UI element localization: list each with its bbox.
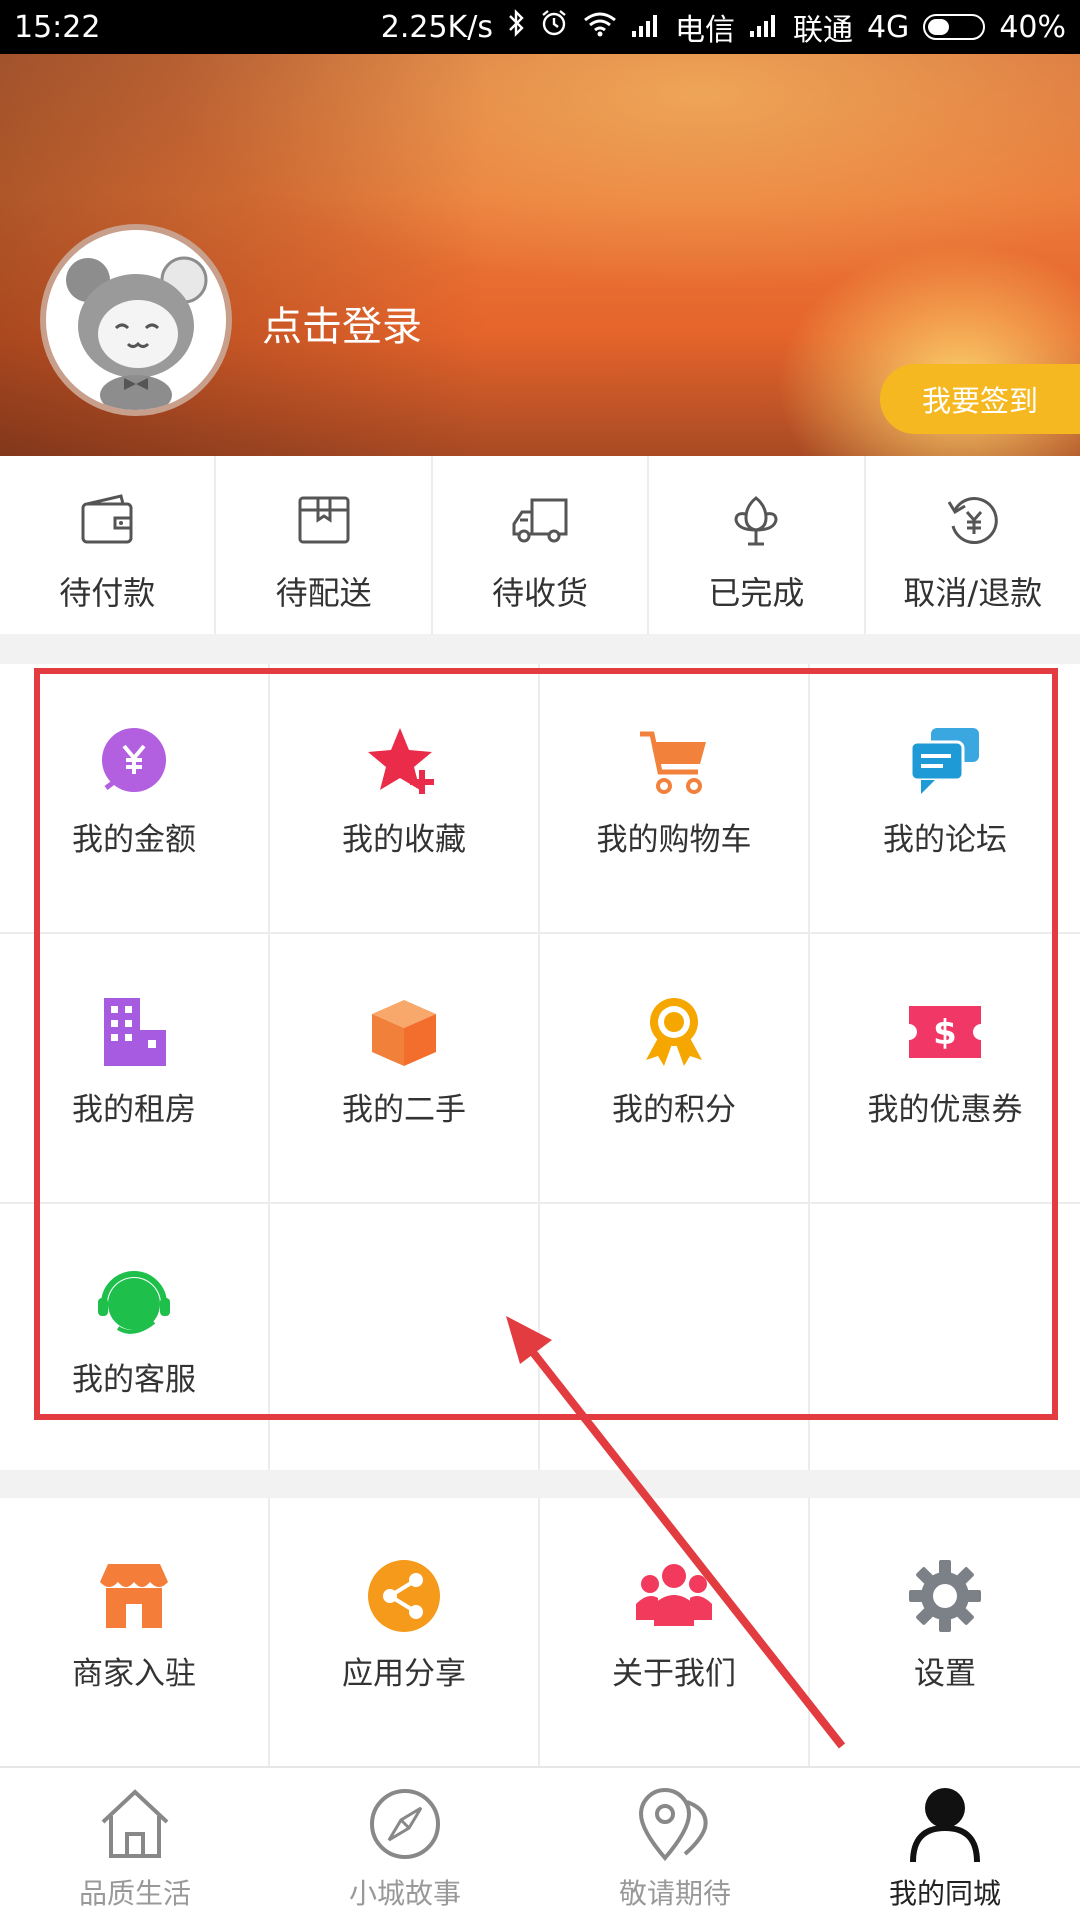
medal-icon	[646, 998, 702, 1066]
home-icon	[101, 1789, 169, 1858]
menu-label: 我的租房	[72, 1092, 196, 1128]
menu-label: 我的收藏	[342, 822, 466, 858]
order-label: 待付款	[59, 574, 156, 612]
order-pending-delivery[interactable]: 待配送	[216, 456, 433, 634]
menu-label: 我的二手	[342, 1092, 466, 1128]
refund-icon	[947, 497, 998, 544]
menu-my-balance[interactable]: 我的金额	[0, 664, 270, 934]
bottom-tab-bar: 品质生活 小城故事 敬请期待 我的同城	[0, 1766, 1080, 1920]
order-label: 待收货	[492, 574, 589, 612]
carrier-1: 电信	[674, 13, 735, 48]
network-type: 4G	[866, 9, 910, 45]
tab-label: 品质生活	[78, 1877, 191, 1910]
carrier-2: 联通	[792, 13, 853, 48]
menu-app-share[interactable]: 应用分享	[270, 1498, 540, 1766]
yen-coin-icon	[102, 728, 166, 792]
menu-about-us[interactable]: 关于我们	[540, 1498, 810, 1766]
order-label: 取消/退款	[903, 574, 1043, 612]
tab-my-city[interactable]: 我的同城	[810, 1768, 1080, 1920]
tab-label: 小城故事	[348, 1877, 461, 1910]
building-icon	[104, 998, 166, 1066]
login-link[interactable]: 点击登录	[262, 294, 422, 352]
menu-my-rental[interactable]: 我的租房	[0, 934, 270, 1204]
order-label: 待配送	[275, 574, 372, 612]
profile-header: 点击登录 我要签到	[0, 54, 1080, 456]
tab-coming-soon[interactable]: 敬请期待	[540, 1768, 810, 1920]
wallet-icon	[81, 494, 133, 544]
menu-my-favorites[interactable]: 我的收藏	[270, 664, 540, 934]
app-screen: 15:22 2.25K/s 电信 联通 4G 40% 点击登录 我要签到 待付款…	[0, 0, 1080, 1920]
my-menu-grid: 我的金额 我的收藏 我的购物车 我的论坛 我的租房 我的二手 我的积分 $ 我的…	[0, 664, 1080, 1470]
menu-label: 设置	[914, 1656, 976, 1692]
menu-label: 我的积分	[612, 1092, 736, 1128]
checkin-button[interactable]: 我要签到	[880, 364, 1080, 434]
people-icon	[636, 1564, 712, 1626]
box-icon	[372, 1000, 436, 1066]
menu-label: 商家入驻	[72, 1656, 196, 1692]
order-pending-payment[interactable]: 待付款	[0, 456, 217, 634]
menu-merchant-join[interactable]: 商家入驻	[0, 1498, 270, 1766]
truck-icon	[512, 498, 568, 543]
compass-icon	[370, 1789, 440, 1859]
status-bar: 15:22 2.25K/s 电信 联通 4G 40%	[0, 0, 1080, 54]
more-menu-grid: 商家入驻 应用分享 关于我们 设置	[0, 1498, 1080, 1766]
bear-avatar-icon	[46, 230, 226, 410]
battery-percent: 40%	[999, 9, 1066, 45]
shopping-cart-icon	[640, 731, 706, 794]
chat-bubbles-icon	[909, 728, 979, 794]
menu-my-secondhand[interactable]: 我的二手	[270, 934, 540, 1204]
menu-empty-cell	[270, 1204, 540, 1470]
menu-label: 我的客服	[72, 1362, 196, 1398]
tab-town-stories[interactable]: 小城故事	[270, 1768, 540, 1920]
menu-my-points[interactable]: 我的积分	[540, 934, 810, 1204]
share-icon	[368, 1560, 440, 1632]
headset-icon	[98, 1271, 170, 1334]
status-time: 15:22	[14, 9, 101, 45]
svg-text:$: $	[933, 1013, 957, 1053]
menu-my-coupons[interactable]: $ 我的优惠券	[810, 934, 1080, 1204]
menu-label: 我的金额	[72, 822, 196, 858]
order-status-row: 待付款 待配送 待收货 已完成 取消/退款	[0, 456, 1080, 634]
order-label: 已完成	[708, 574, 805, 612]
battery-fill	[928, 19, 950, 35]
menu-my-forum[interactable]: 我的论坛	[810, 664, 1080, 934]
wifi-icon	[583, 10, 617, 45]
flower-icon	[734, 496, 778, 546]
order-completed[interactable]: 已完成	[649, 456, 866, 634]
order-refund[interactable]: 取消/退款	[866, 456, 1080, 634]
menu-my-service[interactable]: 我的客服	[0, 1204, 270, 1470]
battery-icon	[923, 14, 986, 40]
signal-icon-2	[749, 10, 779, 45]
tab-label: 敬请期待	[618, 1877, 731, 1910]
menu-my-cart[interactable]: 我的购物车	[540, 664, 810, 934]
map-pin-icon	[638, 1788, 708, 1862]
menu-empty-cell	[810, 1204, 1080, 1470]
menu-label: 我的优惠券	[867, 1092, 1023, 1128]
status-right: 2.25K/s 电信 联通 4G 40%	[381, 5, 1066, 49]
coupon-icon: $	[909, 1006, 981, 1058]
shop-icon	[100, 1564, 168, 1628]
network-speed: 2.25K/s	[380, 9, 493, 45]
gear-icon	[909, 1560, 981, 1632]
menu-settings[interactable]: 设置	[810, 1498, 1080, 1766]
user-icon	[910, 1788, 980, 1863]
signal-icon-1	[631, 10, 661, 45]
menu-label: 我的论坛	[883, 822, 1007, 858]
menu-label: 关于我们	[612, 1656, 736, 1692]
bluetooth-icon	[507, 8, 525, 46]
star-plus-icon	[368, 728, 434, 794]
order-pending-receipt[interactable]: 待收货	[433, 456, 650, 634]
tab-quality-life[interactable]: 品质生活	[0, 1768, 270, 1920]
package-icon	[298, 496, 350, 544]
tab-label: 我的同城	[888, 1877, 1001, 1910]
menu-label: 应用分享	[342, 1656, 466, 1692]
menu-empty-cell	[540, 1204, 810, 1470]
alarm-icon	[539, 8, 569, 46]
menu-label: 我的购物车	[596, 822, 752, 858]
avatar[interactable]	[40, 224, 232, 416]
